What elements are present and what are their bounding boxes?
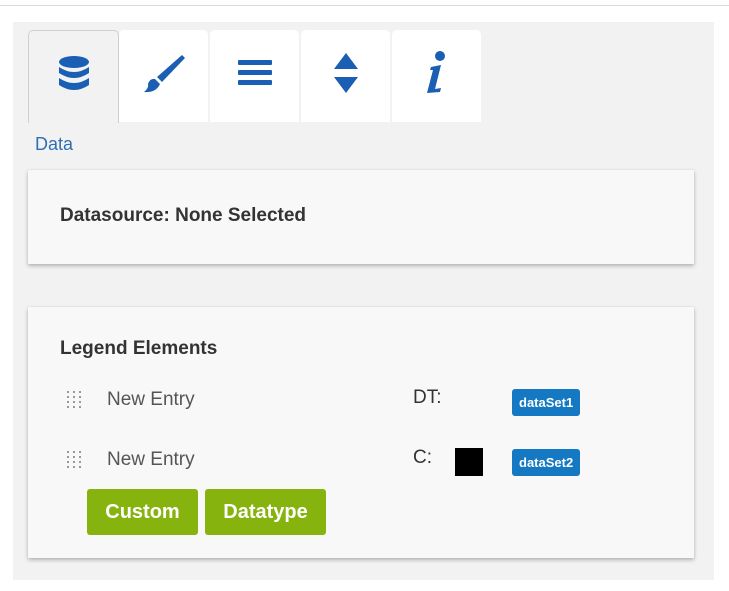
- info-icon: [424, 51, 450, 95]
- database-icon: [57, 55, 91, 93]
- datatype-button[interactable]: Datatype: [205, 489, 326, 535]
- menu-lines-icon: [237, 60, 272, 86]
- legend-title: Legend Elements: [60, 338, 218, 359]
- legend-entry-type: C:: [413, 447, 432, 468]
- legend-entry-label[interactable]: New Entry: [107, 389, 195, 411]
- sort-arrows-icon: [333, 51, 359, 95]
- legend-entry-row: New Entry DT: dataSet1: [28, 385, 694, 417]
- brush-icon: [142, 53, 186, 93]
- tab-info[interactable]: [392, 30, 481, 122]
- tab-sort[interactable]: [301, 30, 390, 122]
- tab-list[interactable]: [210, 30, 299, 122]
- legend-entry-label[interactable]: New Entry: [107, 449, 195, 471]
- legend-elements-card: Legend Elements New Entry DT: dataSet1 N…: [28, 307, 694, 558]
- drag-handle-icon[interactable]: [66, 450, 84, 472]
- legend-entry-type: DT:: [413, 387, 442, 408]
- dataset-badge[interactable]: dataSet2: [512, 449, 581, 476]
- tab-data[interactable]: [28, 30, 119, 123]
- custom-button[interactable]: Custom: [87, 489, 198, 535]
- top-divider: [0, 5, 729, 6]
- active-tab-label: Data: [35, 134, 74, 154]
- legend-entry-row: New Entry C: dataSet2: [28, 445, 694, 477]
- properties-panel: Data Datasource: None Selected Legend El…: [13, 22, 714, 580]
- dataset-badge[interactable]: dataSet1: [512, 389, 581, 416]
- drag-handle-icon[interactable]: [66, 390, 84, 412]
- color-swatch[interactable]: [455, 448, 483, 476]
- datasource-card: Datasource: None Selected: [28, 170, 694, 264]
- tab-style[interactable]: [119, 30, 208, 122]
- datasource-label[interactable]: Datasource: None Selected: [60, 205, 306, 227]
